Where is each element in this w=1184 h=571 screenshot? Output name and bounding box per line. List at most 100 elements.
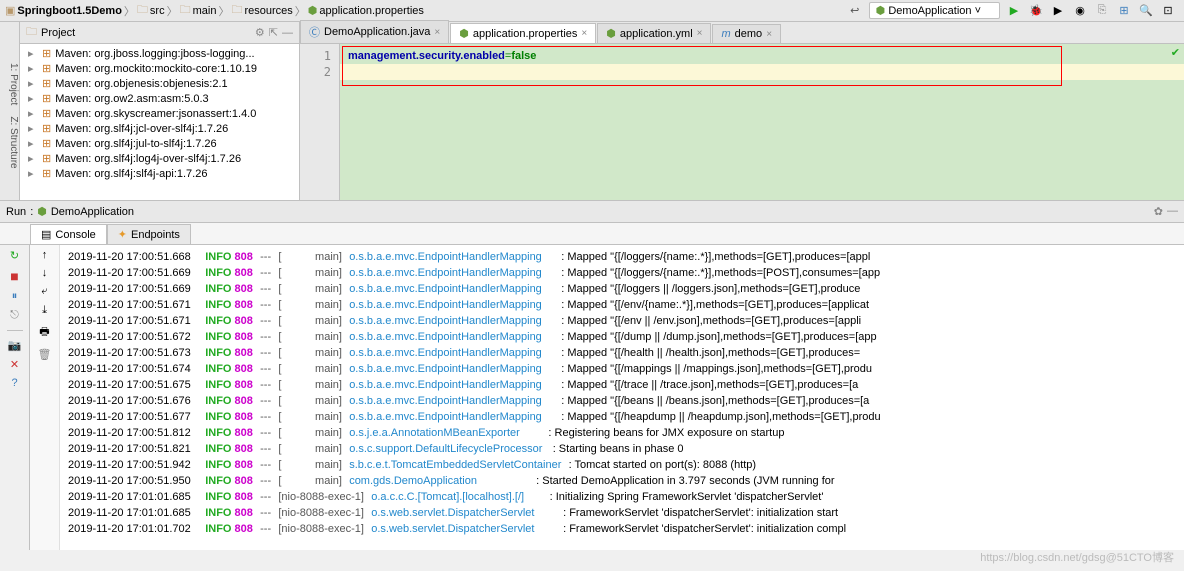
breadcrumb-project[interactable]: ▣Springboot1.5Demo (5, 4, 122, 17)
soft-wrap-button[interactable]: ⤶ (41, 285, 47, 298)
left-sidebar[interactable]: 1: Project Z: Structure (0, 22, 20, 200)
expand-icon[interactable]: ▸ (28, 92, 38, 105)
tree-item[interactable]: ▸⊞Maven: org.slf4j:log4j-over-slf4j:1.7.… (20, 151, 299, 166)
project-panel-header: 🗀 Project ⚙ ⇱ — (20, 22, 299, 44)
stop-button[interactable]: ■ (10, 268, 18, 284)
pause-button[interactable]: ⏸ (12, 290, 18, 303)
tree-item-label: Maven: org.slf4j:jul-to-slf4j:1.7.26 (55, 138, 216, 150)
breadcrumb-separator: 〉 (295, 3, 306, 19)
run-button[interactable]: ▶ (1006, 3, 1022, 19)
close-icon[interactable]: × (581, 28, 587, 39)
console-icon: ▤ (41, 228, 51, 241)
debug-button[interactable]: 🐞 (1028, 3, 1044, 19)
tree-item[interactable]: ▸ ⊞ Maven: org.objenesis:objenesis:2.1 (20, 76, 299, 91)
tab-demo-application[interactable]: ⒸDemoApplication.java× (300, 20, 449, 43)
back-icon[interactable]: ↩ (847, 3, 863, 19)
tree-item-label: Maven: org.objenesis:objenesis:2.1 (55, 78, 227, 90)
tree-item[interactable]: ▸ ⊞ Maven: org.ow2.asm:asm:5.0.3 (20, 91, 299, 106)
expand-icon[interactable]: ▸ (28, 77, 38, 90)
tree-item[interactable]: ▸⊞Maven: org.mockito:mockito-core:1.10.1… (20, 61, 299, 76)
dump-threads-button[interactable]: 📷 (8, 339, 22, 352)
search-everywhere-button[interactable]: 🔍 (1138, 3, 1154, 19)
breadcrumb-separator: 〉 (218, 3, 229, 19)
console-output[interactable]: 2019-11-20 17:00:51.668 INFO 808 --- [ m… (60, 245, 1184, 550)
breadcrumb-main[interactable]: 🗀main (180, 1, 217, 20)
run-config-label: DemoApplication (888, 5, 971, 17)
breadcrumb-file[interactable]: ⬢application.properties (308, 4, 424, 17)
tree-item[interactable]: ▸⊞Maven: org.slf4j:jcl-over-slf4j:1.7.26 (20, 121, 299, 136)
editor-gutter: 12 (300, 44, 340, 200)
coverage-button[interactable]: ▶ (1050, 3, 1066, 19)
hide-icon[interactable]: — (1167, 205, 1178, 218)
rerun-button[interactable]: ↻ (10, 249, 19, 262)
run-config-dropdown[interactable]: ⬢ DemoApplication ˅ (869, 2, 1000, 19)
expand-icon[interactable]: ▸ (28, 167, 38, 180)
tab-demo[interactable]: mdemo× (712, 24, 781, 43)
hide-icon[interactable]: — (282, 27, 293, 39)
library-icon: ⊞ (42, 92, 51, 105)
console-tabs: ▤Console ✦Endpoints (0, 223, 1184, 245)
markdown-icon: m (721, 28, 730, 40)
breadcrumb-resources-label: resources (244, 5, 292, 17)
library-icon: ⊞ (42, 107, 51, 120)
clear-button[interactable]: 🗑 (38, 348, 52, 361)
library-icon: ⊞ (42, 47, 51, 60)
scroll-to-end-button[interactable]: ⤓ (42, 304, 47, 317)
collapse-icon[interactable]: ⇱ (269, 26, 278, 39)
settings-icon[interactable]: ✿ (1154, 205, 1163, 218)
tree-item-label: Maven: org.skyscreamer:jsonassert:1.4.0 (55, 108, 256, 120)
close-icon[interactable]: × (434, 27, 440, 38)
project-tree[interactable]: ▸⊞Maven: org.jboss.logging:jboss-logging… (20, 44, 299, 183)
tree-item[interactable]: ▸⊞Maven: org.jboss.logging:jboss-logging… (20, 46, 299, 61)
breadcrumb-src[interactable]: 🗀src (137, 1, 165, 20)
up-button[interactable]: ↑ (42, 249, 48, 261)
code-line-1[interactable]: management.security.enabled=false (348, 48, 1176, 64)
close-icon[interactable]: × (697, 28, 703, 39)
yaml-icon: ⬢ (606, 27, 616, 40)
git-button[interactable]: ⊞ (1116, 3, 1132, 19)
tree-item[interactable]: ▸⊞Maven: org.slf4j:slf4j-api:1.7.26 (20, 166, 299, 181)
property-key: management.security.enabled (348, 50, 505, 62)
tab-endpoints[interactable]: ✦Endpoints (107, 224, 191, 244)
current-line-highlight (340, 64, 1184, 80)
expand-icon[interactable]: ▸ (28, 62, 38, 75)
folder-icon: 🗀 (180, 1, 191, 20)
library-icon: ⊞ (42, 137, 51, 150)
settings-icon[interactable]: ⚙ (255, 26, 265, 39)
help-button[interactable]: ? (11, 377, 17, 389)
endpoints-icon: ✦ (118, 228, 127, 241)
properties-icon: ⬢ (459, 27, 469, 40)
expand-icon[interactable]: ▸ (28, 122, 38, 135)
toolbox-icon[interactable]: ⊡ (1160, 3, 1176, 19)
tree-item[interactable]: ▸ ⊞ Maven: org.slf4j:jul-to-slf4j:1.7.26 (20, 136, 299, 151)
tab-label: demo (735, 28, 763, 40)
tab-application-properties[interactable]: ⬢application.properties× (450, 23, 596, 43)
console-toolbar: ↑ ↓ ⤶ ⤓ 🖶 🗑 (30, 245, 60, 550)
console-body: ↻ ■ ⏸ ⎋ 📷 ✕ ? ↑ ↓ ⤶ ⤓ 🖶 🗑 2019-11-20 17:… (0, 245, 1184, 550)
expand-icon[interactable]: ▸ (28, 137, 38, 150)
tree-item-label: Maven: org.mockito:mockito-core:1.10.19 (55, 63, 257, 75)
tab-console[interactable]: ▤Console (30, 224, 107, 244)
close-button[interactable]: ✕ (10, 358, 19, 371)
breadcrumb: ▣Springboot1.5Demo〉 🗀src〉 🗀main〉 🗀resour… (0, 1, 424, 20)
breadcrumb-resources[interactable]: 🗀resources (231, 1, 292, 20)
editor-tabs: ⒸDemoApplication.java× ⬢application.prop… (300, 22, 1184, 44)
expand-icon[interactable]: ▸ (28, 107, 38, 120)
expand-icon[interactable]: ▸ (28, 47, 38, 60)
tree-item-label: Maven: org.ow2.asm:asm:5.0.3 (55, 93, 208, 105)
breadcrumb-main-label: main (193, 5, 217, 17)
print-button[interactable]: 🖶 (39, 323, 49, 342)
chevron-down-icon: ˅ (975, 5, 981, 17)
build-button[interactable]: ⎘ (1094, 3, 1110, 19)
editor-content[interactable]: 12 management.security.enabled=false end… (300, 44, 1184, 200)
inspection-indicator[interactable]: ✔ (1171, 46, 1180, 59)
editor: ⒸDemoApplication.java× ⬢application.prop… (300, 22, 1184, 200)
expand-icon[interactable]: ▸ (28, 152, 38, 165)
tab-application-yml[interactable]: ⬢application.yml× (597, 23, 711, 43)
exit-button[interactable]: ⎋ (10, 309, 19, 322)
close-icon[interactable]: × (766, 29, 772, 40)
tree-item[interactable]: ▸ ⊞ Maven: org.skyscreamer:jsonassert:1.4.… (20, 106, 299, 121)
profile-button[interactable]: ◉ (1072, 3, 1088, 19)
down-button[interactable]: ↓ (42, 267, 48, 279)
library-icon: ⊞ (42, 77, 51, 90)
